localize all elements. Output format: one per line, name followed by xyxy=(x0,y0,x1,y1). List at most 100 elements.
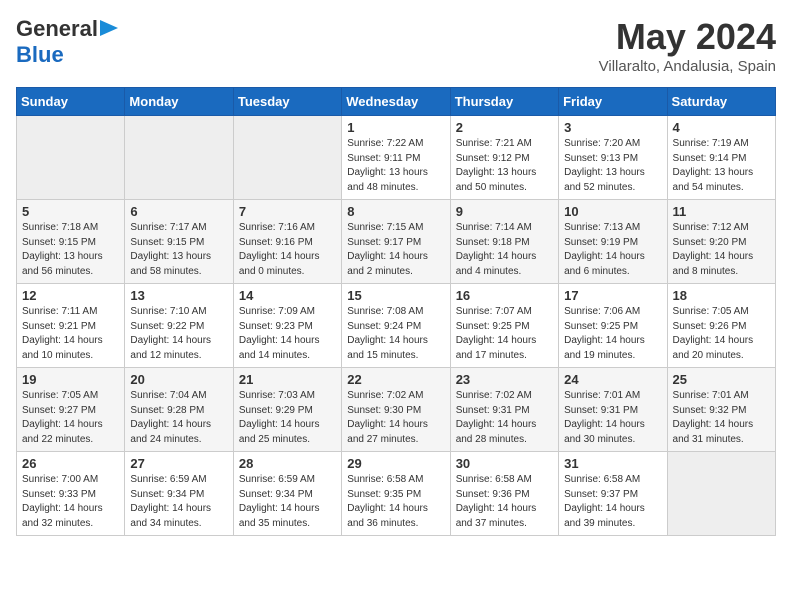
calendar-week-row: 26Sunrise: 7:00 AMSunset: 9:33 PMDayligh… xyxy=(17,452,776,536)
calendar-cell: 12Sunrise: 7:11 AMSunset: 9:21 PMDayligh… xyxy=(17,284,125,368)
calendar-cell: 15Sunrise: 7:08 AMSunset: 9:24 PMDayligh… xyxy=(342,284,450,368)
calendar-week-row: 1Sunrise: 7:22 AMSunset: 9:11 PMDaylight… xyxy=(17,116,776,200)
calendar-cell: 29Sunrise: 6:58 AMSunset: 9:35 PMDayligh… xyxy=(342,452,450,536)
daylight-text: Daylight: 14 hours and 0 minutes. xyxy=(239,251,320,277)
daylight-text: Daylight: 14 hours and 24 minutes. xyxy=(130,419,211,445)
daylight-text: Daylight: 13 hours and 52 minutes. xyxy=(564,167,645,193)
sunset-text: Sunset: 9:25 PM xyxy=(456,321,530,332)
daylight-text: Daylight: 13 hours and 54 minutes. xyxy=(673,167,754,193)
day-info: Sunrise: 7:11 AMSunset: 9:21 PMDaylight:… xyxy=(22,305,119,363)
day-number: 19 xyxy=(22,372,119,387)
day-number: 7 xyxy=(239,204,336,219)
sunset-text: Sunset: 9:21 PM xyxy=(22,321,96,332)
calendar-cell: 23Sunrise: 7:02 AMSunset: 9:31 PMDayligh… xyxy=(450,368,558,452)
sunrise-text: Sunrise: 7:03 AM xyxy=(239,390,315,401)
daylight-text: Daylight: 14 hours and 35 minutes. xyxy=(239,503,320,529)
sunset-text: Sunset: 9:26 PM xyxy=(673,321,747,332)
calendar-cell xyxy=(125,116,233,200)
day-info: Sunrise: 7:04 AM Sunset: 9:28 PM Daylight:… xyxy=(130,389,227,447)
calendar-cell: 28Sunrise: 6:59 AMSunset: 9:34 PMDayligh… xyxy=(233,452,341,536)
sunrise-text: Sunrise: 7:20 AM xyxy=(564,138,640,149)
calendar-cell: 1Sunrise: 7:22 AMSunset: 9:11 PMDaylight… xyxy=(342,116,450,200)
sunrise-text: Sunrise: 7:05 AM xyxy=(673,306,749,317)
sunrise-text: Sunrise: 7:01 AM xyxy=(564,390,640,401)
calendar-cell: 21 Sunrise: 7:03 AMSunset: 9:29 PMDayligh… xyxy=(233,368,341,452)
day-info: Sunrise: 7:05 AMSunset: 9:27 PMDaylight:… xyxy=(22,389,119,447)
calendar-cell: 14Sunrise: 7:09 AMSunset: 9:23 PMDayligh… xyxy=(233,284,341,368)
col-header-friday: Friday xyxy=(559,88,667,116)
day-info: Sunrise: 6:58 AMSunset: 9:36 PMDaylight:… xyxy=(456,473,553,531)
sunset-text: Sunset: 9:20 PM xyxy=(673,237,747,248)
day-number: 29 xyxy=(347,456,444,471)
day-info: Sunrise: 7:19 AM Sunset: 9:14 PM Daylight:… xyxy=(673,137,770,195)
col-header-monday: Monday xyxy=(125,88,233,116)
day-number: 21 xyxy=(239,372,336,387)
sunrise-text: Sunrise: 7:12 AM xyxy=(673,222,749,233)
sunset-text: Sunset: 9:11 PM xyxy=(347,153,420,164)
calendar-cell: 7Sunrise: 7:16 AMSunset: 9:16 PMDaylight… xyxy=(233,200,341,284)
col-header-thursday: Thursday xyxy=(450,88,558,116)
calendar-cell: 16Sunrise: 7:07 AMSunset: 9:25 PMDayligh… xyxy=(450,284,558,368)
col-header-saturday: Saturday xyxy=(667,88,775,116)
calendar-cell: 9Sunrise: 7:14 AMSunset: 9:18 PMDaylight… xyxy=(450,200,558,284)
sunrise-text: Sunrise: 7:01 AM xyxy=(673,390,749,401)
day-info: Sunrise: 7:15 AMSunset: 9:17 PMDaylight:… xyxy=(347,221,444,279)
daylight-text: Daylight: 14 hours and 39 minutes. xyxy=(564,503,645,529)
day-number: 26 xyxy=(22,456,119,471)
page-header: General Blue May 2024 Villaralto, Andalu… xyxy=(16,16,776,75)
sunrise-text: Sunrise: 7:08 AM xyxy=(347,306,423,317)
sunrise-text: Sunrise: 7:13 AM xyxy=(564,222,640,233)
sunrise-text: Sunrise: 7:00 AM xyxy=(22,474,98,485)
day-number: 25 xyxy=(673,372,770,387)
day-number: 10 xyxy=(564,204,661,219)
daylight-text: Daylight: 14 hours and 4 minutes. xyxy=(456,251,537,277)
sunrise-text: Sunrise: 7:02 AM xyxy=(456,390,532,401)
daylight-text: Daylight: 14 hours and 28 minutes. xyxy=(456,419,537,445)
daylight-text: Daylight: 14 hours and 36 minutes. xyxy=(347,503,428,529)
sunset-text: Sunset: 9:28 PM xyxy=(130,405,204,416)
sunset-text: Sunset: 9:34 PM xyxy=(130,489,204,500)
day-number: 8 xyxy=(347,204,444,219)
sunset-text: Sunset: 9:19 PM xyxy=(564,237,638,248)
sunrise-text: Sunrise: 7:04 AM xyxy=(130,390,206,401)
day-info: Sunrise: 7:02 AMSunset: 9:30 PMDaylight:… xyxy=(347,389,444,447)
sunset-text: Sunset: 9:32 PM xyxy=(673,405,747,416)
sunrise-text: Sunrise: 6:59 AM xyxy=(130,474,206,485)
sunset-text: Sunset: 9:30 PM xyxy=(347,405,421,416)
day-number: 27 xyxy=(130,456,227,471)
calendar-cell: 3Sunrise: 7:20 AMSunset: 9:13 PMDaylight… xyxy=(559,116,667,200)
month-year-title: May 2024 xyxy=(599,16,776,58)
daylight-text: Daylight: 13 hours and 48 minutes. xyxy=(347,167,428,193)
location-subtitle: Villaralto, Andalusia, Spain xyxy=(599,58,776,75)
sunset-text: Sunset: 9:14 PM xyxy=(673,153,747,164)
day-info: Sunrise: 7:06 AMSunset: 9:25 PMDaylight:… xyxy=(564,305,661,363)
sunset-text: Sunset: 9:27 PM xyxy=(22,405,96,416)
daylight-text: Daylight: 14 hours and 10 minutes. xyxy=(22,335,103,361)
day-info: Sunrise: 7:01 AMSunset: 9:31 PMDaylight:… xyxy=(564,389,661,447)
sunrise-text: Sunrise: 7:19 AM xyxy=(673,138,749,149)
day-info: Sunrise: 7:09 AMSunset: 9:23 PMDaylight:… xyxy=(239,305,336,363)
daylight-text: Daylight: 14 hours and 8 minutes. xyxy=(673,251,754,277)
day-info: Sunrise: 7:17 AMSunset: 9:15 PMDaylight:… xyxy=(130,221,227,279)
day-number: 16 xyxy=(456,288,553,303)
day-number: 31 xyxy=(564,456,661,471)
daylight-text: Daylight: 14 hours and 15 minutes. xyxy=(347,335,428,361)
day-info: Sunrise: 7:03 AMSunset: 9:29 PMDaylight:… xyxy=(239,389,336,447)
col-header-tuesday: Tuesday xyxy=(233,88,341,116)
day-number: 9 xyxy=(456,204,553,219)
sunrise-text: Sunrise: 6:58 AM xyxy=(456,474,532,485)
calendar-cell: 31Sunrise: 6:58 AMSunset: 9:37 PMDayligh… xyxy=(559,452,667,536)
daylight-text: Daylight: 13 hours and 50 minutes. xyxy=(456,167,537,193)
sunrise-text: Sunrise: 7:17 AM xyxy=(130,222,206,233)
sunset-text: Sunset: 9:22 PM xyxy=(130,321,204,332)
daylight-text: Daylight: 14 hours and 32 minutes. xyxy=(22,503,103,529)
calendar-cell: 30Sunrise: 6:58 AMSunset: 9:36 PMDayligh… xyxy=(450,452,558,536)
sunset-text: Sunset: 9:17 PM xyxy=(347,237,421,248)
sunrise-text: Sunrise: 7:14 AM xyxy=(456,222,532,233)
day-number: 22 xyxy=(347,372,444,387)
day-number: 5 xyxy=(22,204,119,219)
daylight-text: Daylight: 14 hours and 17 minutes. xyxy=(456,335,537,361)
sunset-text: Sunset: 9:15 PM xyxy=(130,237,204,248)
sunrise-text: Sunrise: 7:09 AM xyxy=(239,306,315,317)
sunrise-text: Sunrise: 7:22 AM xyxy=(347,138,423,149)
